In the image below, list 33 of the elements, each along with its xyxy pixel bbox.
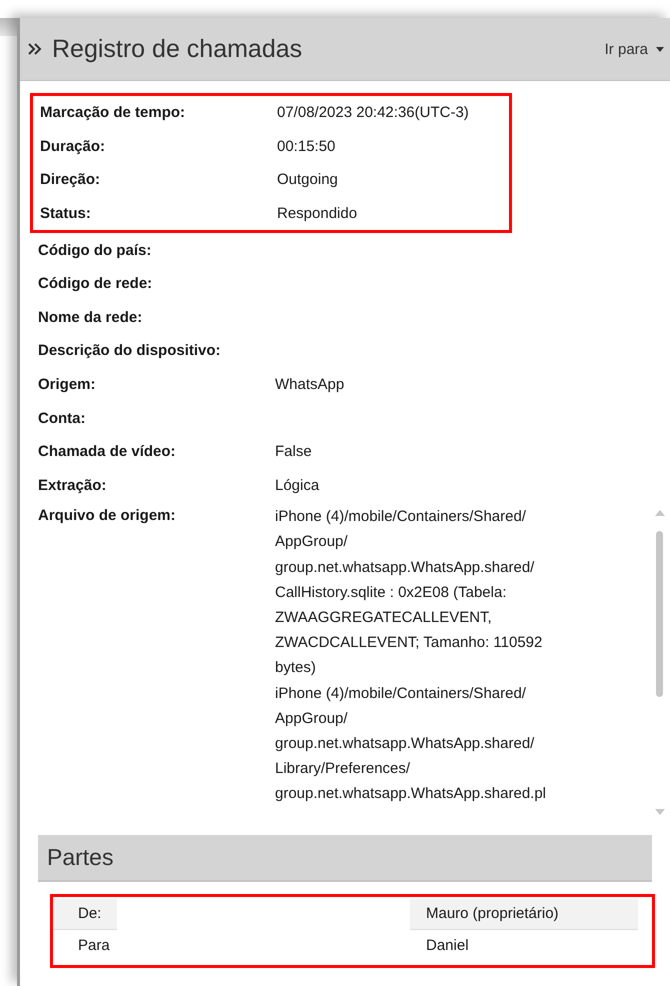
field-label: Conta: [38,410,86,427]
scroll-thumb[interactable] [656,531,663,698]
field-label: Nome da rede: [38,308,144,326]
field-value: WhatsApp [275,376,346,394]
field-label: Status: [40,205,92,222]
goto-menu[interactable]: Ir para [604,40,664,58]
field-label: Arquivo de origem: [38,506,177,524]
field-value: 00:15:50 [277,138,336,155]
field-value: Respondido [277,205,358,222]
field-label: Origem: [38,376,97,394]
field-label: Extração: [38,476,108,494]
party-label: Para [77,937,111,954]
field-label: Descrição do dispositivo: [38,342,222,360]
field-label: Marcação de tempo: [40,104,186,122]
field-value: 07/08/2023 20:42:36(UTC-3) [277,104,470,122]
field-label: Código do país: [38,242,152,259]
field-label: Duração: [40,138,106,155]
field-value: Outgoing [277,171,339,188]
party-name: Mauro (proprietário) [410,899,638,930]
field-label: Direção: [40,171,102,188]
field-value: False [275,443,313,460]
scroll-down-icon[interactable] [655,809,665,816]
window-title: Registro de chamadas [52,34,304,64]
caret-icon [656,46,664,52]
field-label: Chamada de vídeo: [38,443,177,460]
field-label: Código de rede: [38,275,154,292]
source-path: iPhone (4)/mobile/Containers/Shared/ AppGroup/ group.net.whatsapp.WhatsApp.shared/ CallHistory.sqlite : 0x2E08 (Tabela: ZWAAGGREGATECALLEVENT, ZWACDCALLEVENT; Tamanho: 110592 bytes) [275,507,544,678]
section-title: Partes [47,844,114,872]
party-name: Daniel [425,937,470,954]
field-value: Lógica [275,476,320,494]
source-path: iPhone (4)/mobile/Containers/Shared/ AppGroup/ group.net.whatsapp.WhatsApp.shared/ Library/Preferences/ group.net.whatsapp.WhatsApp.shared.pl [275,684,548,804]
scroll-up-icon[interactable] [655,510,665,516]
party-label: De: [53,899,117,930]
